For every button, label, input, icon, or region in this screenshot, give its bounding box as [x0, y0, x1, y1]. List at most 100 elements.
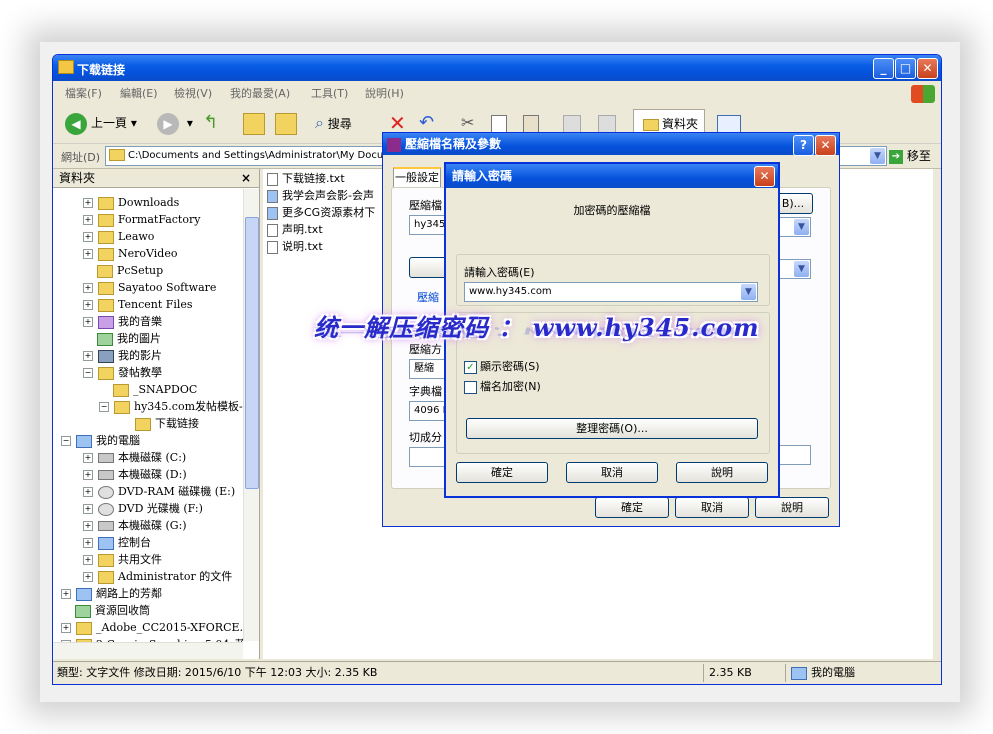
- tree-hscrollbar[interactable]: [53, 642, 243, 659]
- tree-item[interactable]: + DVD-RAM 磁碟機 (E:): [83, 483, 235, 500]
- tree-item[interactable]: + FormatFactory: [83, 211, 200, 228]
- back-label: 上一頁: [91, 116, 128, 130]
- tree-item[interactable]: − 發帖教學: [83, 364, 162, 381]
- tree-item[interactable]: + Sayatoo Software: [83, 279, 216, 296]
- tree-item[interactable]: + _Adobe_CC2015-XFORCE.A: [61, 619, 243, 636]
- archive-name-label: 壓縮檔: [409, 199, 442, 212]
- menu-file[interactable]: 檔案(F): [65, 85, 102, 101]
- move-to-icon[interactable]: [243, 113, 265, 135]
- file-item[interactable]: 声明.txt: [267, 222, 323, 238]
- help-button[interactable]: ?: [793, 135, 814, 156]
- chevron-down-icon[interactable]: ▼: [741, 284, 756, 300]
- tree-item[interactable]: + 網路上的芳鄰: [61, 585, 162, 602]
- menu-help[interactable]: 說明(H): [365, 85, 404, 101]
- folder-icon: [109, 149, 125, 161]
- go-label: 移至: [906, 149, 931, 163]
- tree-item[interactable]: + 我的音樂: [83, 313, 162, 330]
- check-icon: ✓: [464, 360, 477, 374]
- copy-icon[interactable]: [491, 115, 507, 133]
- copy-to-icon[interactable]: [275, 113, 297, 135]
- tree-item[interactable]: + Administrator 的文件: [83, 568, 232, 585]
- tree-item-selected[interactable]: 下载链接: [135, 415, 199, 432]
- tree-item[interactable]: + 本機磁碟 (D:): [83, 466, 187, 483]
- forward-arrow-icon: ▶: [157, 112, 179, 135]
- tree-item[interactable]: + Leawo: [83, 228, 154, 245]
- minimize-button[interactable]: _: [873, 58, 894, 79]
- chevron-down-icon: ▼: [794, 261, 809, 277]
- map-drive-icon[interactable]: [598, 115, 616, 133]
- password-banner-reflection: 统一解压缩密码 ： www.hy345.com: [314, 324, 737, 341]
- search-icon: ⌕: [315, 113, 324, 132]
- tree-item[interactable]: + Tencent Files: [83, 296, 193, 313]
- close-button[interactable]: ✕: [815, 135, 836, 156]
- up-folder-icon[interactable]: ↰: [203, 109, 218, 137]
- go-button[interactable]: ➔ 移至: [889, 147, 937, 165]
- tree-item[interactable]: + Downloads: [83, 194, 179, 211]
- password-dialog-title: 請輸入密碼: [452, 169, 513, 183]
- menu-favorites[interactable]: 我的最愛(A): [230, 85, 290, 101]
- window-title: 下载链接: [77, 63, 126, 77]
- help-text-button[interactable]: 說明: [755, 497, 829, 518]
- password-input[interactable]: www.hy345.com ▼: [464, 282, 758, 302]
- tree-item[interactable]: + NeroVideo: [83, 245, 177, 262]
- tree-item[interactable]: + 本機磁碟 (C:): [83, 449, 186, 466]
- file-item[interactable]: 说明.txt: [267, 239, 323, 255]
- ok-button[interactable]: 確定: [456, 462, 548, 483]
- forward-button[interactable]: ▶ ▾: [157, 109, 193, 137]
- tree-item[interactable]: + 共用文件: [83, 551, 162, 568]
- archive-dialog-title: 壓縮檔名稱及參數: [405, 137, 502, 151]
- compression-group-label: 壓縮: [417, 291, 439, 304]
- help-button[interactable]: 說明: [676, 462, 768, 483]
- close-button[interactable]: ✕: [754, 166, 775, 187]
- method-label: 壓縮方: [409, 343, 442, 356]
- file-item[interactable]: 下载链接.txt: [267, 171, 345, 187]
- cancel-button[interactable]: 取消: [566, 462, 658, 483]
- tree-item[interactable]: + 控制台: [83, 534, 151, 551]
- password-value: www.hy345.com: [469, 286, 552, 297]
- cancel-button[interactable]: 取消: [675, 497, 749, 518]
- password-prompt: 請輸入密碼(E): [464, 266, 535, 279]
- menu-bar: 檔案(F) 編輯(E) 檢視(V) 我的最愛(A) 工具(T) 說明(H): [53, 81, 941, 104]
- tree-item[interactable]: 資源回收筒: [75, 602, 150, 619]
- windows-logo-icon: [911, 85, 935, 103]
- window-titlebar[interactable]: 下载链接 _ □ ✕: [53, 55, 941, 81]
- search-button[interactable]: ⌕ 搜尋: [315, 109, 352, 137]
- tree-item[interactable]: + 我的影片: [83, 347, 162, 364]
- tree-item[interactable]: 我的圖片: [97, 330, 161, 347]
- properties-icon[interactable]: [563, 115, 581, 133]
- tree-item[interactable]: + DVD 光碟機 (F:): [83, 500, 203, 517]
- status-location: 我的電腦: [791, 662, 855, 684]
- close-pane-icon[interactable]: ×: [241, 169, 251, 187]
- folder-icon: [58, 60, 74, 74]
- address-label: 網址(D): [61, 151, 101, 164]
- ok-button[interactable]: 確定: [595, 497, 669, 518]
- show-password-checkbox[interactable]: ✓ 顯示密碼(S): [464, 358, 540, 374]
- back-button[interactable]: ◀ 上一頁 ▾: [65, 109, 137, 137]
- status-bar: 類型: 文字文件 修改日期: 2015/6/10 下午 12:03 大小: 2.…: [53, 661, 941, 684]
- menu-view[interactable]: 檢視(V): [174, 85, 212, 101]
- organize-passwords-button[interactable]: 整理密碼(O)...: [466, 418, 758, 439]
- menu-tools[interactable]: 工具(T): [311, 85, 348, 101]
- archive-dialog-titlebar[interactable]: 壓縮檔名稱及參數 ? ✕: [383, 133, 839, 156]
- folder-tree: + Downloads + FormatFactory + Leawo + NeroVi…: [53, 189, 243, 659]
- scrollbar-thumb[interactable]: [245, 217, 259, 489]
- tree-scrollbar[interactable]: [243, 189, 259, 641]
- tree-item[interactable]: PcSetup: [97, 262, 163, 279]
- tree-item[interactable]: − 我的電腦: [61, 432, 140, 449]
- tab-general[interactable]: 一般設定: [393, 167, 441, 187]
- tree-item[interactable]: + 本機磁碟 (G:): [83, 517, 187, 534]
- maximize-button[interactable]: □: [895, 58, 916, 79]
- split-label: 切成分: [409, 431, 442, 444]
- tree-item[interactable]: _SNAPDOC: [113, 381, 197, 398]
- encrypt-names-checkbox[interactable]: 檔名加密(N): [464, 378, 541, 394]
- computer-icon: [791, 666, 807, 680]
- menu-edit[interactable]: 編輯(E): [120, 85, 158, 101]
- password-dialog-titlebar[interactable]: 請輸入密碼 ✕: [446, 164, 778, 188]
- file-item[interactable]: 我学会声会影-会声: [267, 188, 374, 204]
- close-button[interactable]: ✕: [917, 58, 938, 79]
- tree-item[interactable]: − hy345.com发帖模板-: [99, 398, 243, 415]
- dictionary-label: 字典檔: [409, 385, 442, 398]
- chevron-down-icon[interactable]: ▼: [870, 148, 885, 164]
- paste-icon[interactable]: [523, 115, 539, 133]
- file-item[interactable]: 更多CG资源素材下: [267, 205, 375, 221]
